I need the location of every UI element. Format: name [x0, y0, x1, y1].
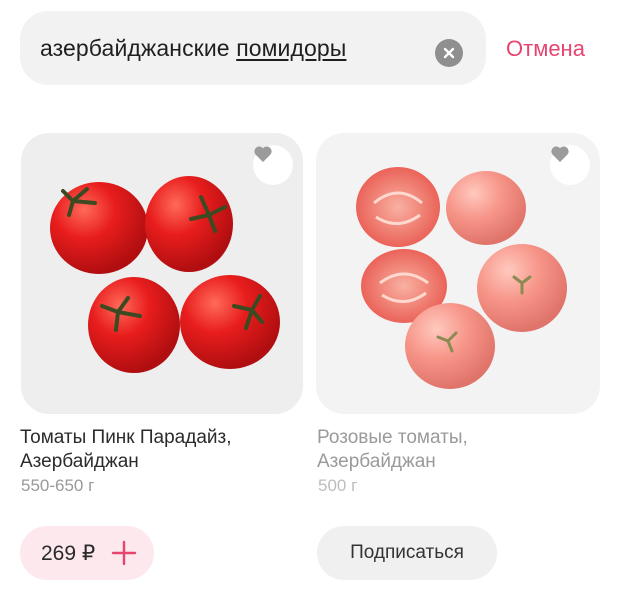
search-bar[interactable]: азербайджанские помидоры: [20, 11, 486, 85]
product-image-pink-paradise[interactable]: [21, 133, 303, 414]
product-weight: 500 г: [318, 476, 358, 495]
heart-icon: [551, 146, 569, 162]
price-label: 269 ₽: [41, 541, 96, 565]
product-title[interactable]: Розовые томаты, Азербайджан: [317, 426, 597, 474]
product-title-line2: Азербайджан: [317, 451, 436, 472]
favorite-button[interactable]: [253, 145, 293, 185]
product-title-line1: Розовые томаты,: [317, 427, 468, 448]
subscribe-button[interactable]: Подписаться: [317, 526, 497, 580]
heart-icon: [254, 146, 272, 162]
favorite-button[interactable]: [550, 145, 590, 185]
search-input[interactable]: азербайджанские помидоры: [40, 35, 346, 62]
product-image-pink-tomatoes[interactable]: [316, 133, 600, 414]
product-title-line2: Азербайджан: [20, 451, 139, 472]
add-to-cart-button[interactable]: 269 ₽: [20, 526, 154, 580]
search-query-text: азербайджанские: [40, 35, 237, 61]
product-title-line1: Томаты Пинк Парадайз,: [20, 427, 232, 448]
clear-icon[interactable]: [435, 39, 463, 67]
plus-icon: [110, 539, 138, 567]
product-weight: 550-650 г: [21, 476, 95, 495]
cancel-button[interactable]: Отмена: [506, 36, 585, 62]
product-title[interactable]: Томаты Пинк Парадайз, Азербайджан: [20, 426, 300, 474]
search-query-underlined: помидоры: [236, 35, 347, 61]
